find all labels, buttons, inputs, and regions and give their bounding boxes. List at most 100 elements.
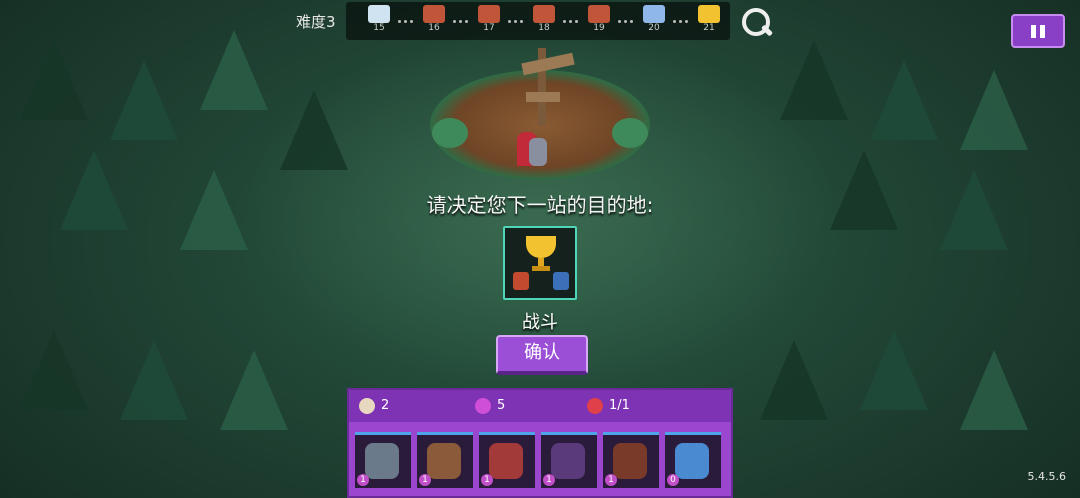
resource-row: 2 5 1/1 <box>349 390 731 422</box>
bag-count: 2 <box>381 398 390 413</box>
tree <box>960 350 1028 430</box>
battle-icon <box>533 5 555 23</box>
unit-roster: 1 1 1 1 1 0 <box>355 430 727 490</box>
lives-resource: 1/1 <box>587 396 630 416</box>
stage-node: 16 <box>421 5 447 37</box>
bush <box>612 118 648 148</box>
unit-portrait <box>613 443 647 479</box>
tree <box>20 40 88 120</box>
enemy-icon <box>553 272 569 290</box>
tree <box>280 90 348 170</box>
version-label: 5.4.5.6 <box>1027 470 1066 483</box>
unit-level-badge: 1 <box>419 474 431 486</box>
stage-progress-bar: 15 16 17 18 19 20 21 <box>346 2 730 40</box>
stage-node: 20 <box>641 5 667 37</box>
node-label: 战斗 <box>522 312 558 333</box>
stage-dot <box>679 20 682 23</box>
stage-dot <box>404 20 407 23</box>
search-icon[interactable] <box>738 4 774 40</box>
unit-portrait <box>489 443 523 479</box>
battle-node-card[interactable] <box>503 226 577 300</box>
stage-node: 21 <box>696 5 722 37</box>
stage-dot <box>453 20 456 23</box>
search-icon-handle <box>760 24 774 37</box>
unit-level-badge: 1 <box>481 474 493 486</box>
tree <box>960 70 1028 150</box>
stage-node: 18 <box>531 5 557 37</box>
hero-character <box>513 128 549 168</box>
unit-portrait <box>427 443 461 479</box>
unit-level-badge: 1 <box>605 474 617 486</box>
stage-dot <box>673 20 676 23</box>
hero-body <box>529 138 547 166</box>
stage-dot <box>563 20 566 23</box>
unit-slot[interactable]: 1 <box>417 432 473 488</box>
tree <box>870 60 938 140</box>
bush <box>432 118 468 148</box>
tree <box>110 60 178 140</box>
stage-dot <box>508 20 511 23</box>
bag-resource: 2 <box>359 396 389 416</box>
stage-number: 19 <box>593 23 605 33</box>
tree <box>220 350 288 430</box>
unit-slot[interactable]: 1 <box>355 432 411 488</box>
stage-dot <box>630 20 633 23</box>
trophy-base <box>532 266 550 271</box>
stage-number: 17 <box>483 23 495 33</box>
gem-icon <box>475 397 491 414</box>
unit-portrait <box>551 443 585 479</box>
gem-resource: 5 <box>475 396 505 416</box>
stage-number: 20 <box>648 23 660 33</box>
pause-button[interactable] <box>1011 14 1065 48</box>
stage-dot <box>575 20 578 23</box>
battle-icon <box>423 5 445 23</box>
tree <box>120 340 188 420</box>
confirm-button[interactable]: 确认 <box>496 335 588 375</box>
unit-level-badge: 0 <box>667 474 679 486</box>
unit-level-badge: 1 <box>357 474 369 486</box>
stage-node: 19 <box>586 5 612 37</box>
stage-dot <box>465 20 468 23</box>
lives-count: 1/1 <box>609 398 630 413</box>
team-panel: 2 5 1/1 1 1 1 1 1 0 <box>347 388 733 498</box>
difficulty-label: 难度3 <box>296 13 336 31</box>
bag-icon <box>359 397 375 414</box>
unit-slot[interactable]: 1 <box>541 432 597 488</box>
destination-prompt: 请决定您下一站的目的地: <box>426 193 654 217</box>
tree <box>760 340 828 420</box>
stage-number: 18 <box>538 23 550 33</box>
battle-icon <box>478 5 500 23</box>
stage-dot <box>398 20 401 23</box>
gem-count: 5 <box>497 398 506 413</box>
trophy-stem <box>538 258 544 266</box>
stage-dot <box>520 20 523 23</box>
stage-dot <box>685 20 688 23</box>
heart-icon <box>587 397 603 414</box>
stage-number: 15 <box>373 23 385 33</box>
tree <box>780 40 848 120</box>
tree <box>860 330 928 410</box>
stage-dot <box>459 20 462 23</box>
unit-slot[interactable]: 1 <box>479 432 535 488</box>
ice-boss-icon <box>643 5 665 23</box>
stage-dot <box>624 20 627 23</box>
unit-slot[interactable]: 0 <box>665 432 721 488</box>
stage-node: 17 <box>476 5 502 37</box>
trophy-icon <box>526 236 556 258</box>
tree <box>20 330 88 410</box>
trophy-icon <box>698 5 720 23</box>
tree <box>200 30 268 110</box>
unit-slot[interactable]: 1 <box>603 432 659 488</box>
unit-portrait <box>675 443 709 479</box>
stage-dot <box>514 20 517 23</box>
stage-node: 15 <box>366 5 392 37</box>
stage-dot <box>569 20 572 23</box>
unit-portrait <box>365 443 399 479</box>
signpost-sign <box>526 92 560 102</box>
stage-dot <box>410 20 413 23</box>
battle-icon <box>588 5 610 23</box>
enemy-icon <box>513 272 529 290</box>
unit-level-badge: 1 <box>543 474 555 486</box>
stage-number: 16 <box>428 23 440 33</box>
stage-number: 21 <box>703 23 715 33</box>
